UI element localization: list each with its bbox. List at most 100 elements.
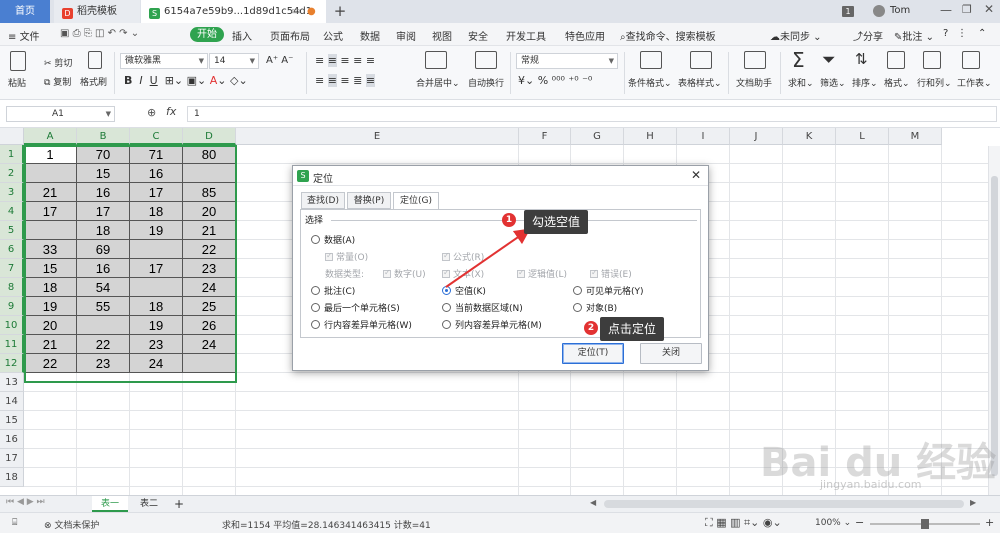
column-header-e[interactable]: E — [236, 128, 519, 145]
formula-input[interactable]: 1 — [187, 106, 997, 122]
row-header-4[interactable]: 4 — [0, 202, 24, 221]
sheet-nav-icons[interactable]: ⏮ ◀ ▶ ⏭ — [6, 497, 45, 507]
zoom-out-icon[interactable]: − — [855, 516, 864, 529]
horizontal-align-icons[interactable]: ≡ ≡ ≡ ≣ ≡ — [315, 74, 376, 87]
row-header-10[interactable]: 10 — [0, 316, 24, 335]
cell-a12[interactable]: 22 — [24, 354, 77, 373]
help-icon[interactable]: ? — [943, 28, 948, 39]
column-header-h[interactable]: H — [624, 128, 677, 145]
collapse-ribbon-icon[interactable]: ⌃ — [978, 28, 986, 39]
cell-b6[interactable]: 69 — [77, 240, 130, 259]
row-header-15[interactable]: 15 — [0, 411, 24, 430]
menu-start[interactable]: 开始 — [190, 27, 224, 42]
column-header-b[interactable]: B — [77, 128, 130, 145]
cell-b8[interactable]: 54 — [77, 278, 130, 297]
cell-c12[interactable]: 24 — [130, 354, 183, 373]
annotate-button[interactable]: ✎批注 ⌄ — [894, 28, 934, 43]
cell-d3[interactable]: 85 — [183, 183, 236, 202]
cell-a3[interactable]: 21 — [24, 183, 77, 202]
font-size-grow-shrink-icons[interactable]: A⁺ A⁻ — [266, 55, 293, 66]
row-header-12[interactable]: 12 — [0, 354, 24, 373]
doc-helper-button[interactable]: 文档助手 — [736, 76, 772, 89]
filter-button[interactable]: 筛选⌄ — [820, 76, 846, 89]
cell-d12[interactable] — [183, 354, 236, 373]
cell-d9[interactable]: 25 — [183, 297, 236, 316]
zoom-in-icon[interactable]: + — [985, 516, 994, 529]
zoom-slider-thumb[interactable] — [921, 519, 929, 529]
sort-button[interactable]: 排序⌄ — [852, 76, 878, 89]
merge-center-button[interactable]: 合并居中⌄ — [416, 76, 460, 89]
sum-button[interactable]: 求和⌄ — [788, 76, 814, 89]
row-header-6[interactable]: 6 — [0, 240, 24, 259]
cell-d2[interactable] — [183, 164, 236, 183]
cell-a1[interactable]: 1 — [24, 145, 77, 164]
table-style-button[interactable]: 表格样式⌄ — [678, 76, 722, 89]
wrap-text-button[interactable]: 自动换行 — [468, 76, 504, 89]
row-header-9[interactable]: 9 — [0, 297, 24, 316]
cell-c11[interactable]: 23 — [130, 335, 183, 354]
cell-b1[interactable]: 70 — [77, 145, 130, 164]
row-col-icon[interactable] — [923, 51, 941, 69]
quick-access-icons[interactable]: ▣ ⎙ ⎘ ◫ ↶ ↷ ⌄ — [60, 28, 139, 39]
cell-b3[interactable]: 16 — [77, 183, 130, 202]
paste-icon[interactable] — [10, 51, 26, 71]
cell-c8[interactable] — [130, 278, 183, 297]
tab-templates[interactable]: D 稻壳模板 — [54, 0, 140, 23]
avatar[interactable] — [873, 5, 885, 17]
share-button[interactable]: ⤴分享 — [853, 28, 883, 43]
cell-d11[interactable]: 24 — [183, 335, 236, 354]
row-header-17[interactable]: 17 — [0, 449, 24, 468]
cell-a9[interactable]: 19 — [24, 297, 77, 316]
more-icon[interactable]: ⋮ — [957, 28, 967, 39]
row-header-3[interactable]: 3 — [0, 183, 24, 202]
cell-a6[interactable]: 33 — [24, 240, 77, 259]
menu-insert[interactable]: 插入 — [232, 28, 252, 43]
cell-a4[interactable]: 17 — [24, 202, 77, 221]
cell-b5[interactable]: 18 — [77, 221, 130, 240]
tab-home[interactable]: 首页 — [0, 0, 50, 23]
cell-b10[interactable] — [77, 316, 130, 335]
row-header-5[interactable]: 5 — [0, 221, 24, 240]
cell-a5[interactable] — [24, 221, 77, 240]
conditional-format-icon[interactable] — [640, 51, 662, 69]
cell-b9[interactable]: 55 — [77, 297, 130, 316]
option-last-cell[interactable]: 最后一个单元格(S) — [311, 301, 400, 314]
fx-icon[interactable]: fx — [166, 105, 176, 118]
menu-security[interactable]: 安全 — [468, 28, 488, 43]
cell-b7[interactable]: 16 — [77, 259, 130, 278]
sheet-tab-1[interactable]: 表一 — [92, 496, 128, 512]
macro-icon[interactable]: ⌸ — [12, 518, 17, 528]
tab-replace[interactable]: 替换(P) — [347, 192, 391, 209]
row-header-18[interactable]: 18 — [0, 468, 24, 487]
cell-c1[interactable]: 71 — [130, 145, 183, 164]
menu-page-layout[interactable]: 页面布局 — [270, 28, 310, 43]
cell-c10[interactable]: 19 — [130, 316, 183, 335]
format-painter-icon[interactable] — [88, 51, 102, 69]
doc-helper-icon[interactable] — [744, 51, 766, 69]
cell-d10[interactable]: 26 — [183, 316, 236, 335]
column-header-k[interactable]: K — [783, 128, 836, 145]
cell-b4[interactable]: 17 — [77, 202, 130, 221]
type-error[interactable]: 错误(E) — [590, 267, 632, 280]
cell-d4[interactable]: 20 — [183, 202, 236, 221]
user-name[interactable]: Tom — [890, 5, 910, 16]
tab-find[interactable]: 查找(D) — [301, 192, 345, 209]
menu-view[interactable]: 视图 — [432, 28, 452, 43]
format-icon[interactable] — [887, 51, 905, 69]
filter-icon[interactable]: ⏷ — [822, 50, 836, 70]
cell-b2[interactable]: 15 — [77, 164, 130, 183]
sum-icon[interactable]: Σ — [792, 48, 805, 72]
cell-d5[interactable]: 21 — [183, 221, 236, 240]
menu-review[interactable]: 审阅 — [396, 28, 416, 43]
menu-data[interactable]: 数据 — [360, 28, 380, 43]
copy-button[interactable]: ⧉ 复制 — [44, 75, 71, 88]
option-row-diff[interactable]: 行内容差异单元格(W) — [311, 318, 412, 331]
new-tab-button[interactable]: + — [332, 2, 348, 20]
row-header-7[interactable]: 7 — [0, 259, 24, 278]
paste-button[interactable]: 粘贴 — [8, 76, 26, 89]
cell-d8[interactable]: 24 — [183, 278, 236, 297]
font-family-select[interactable]: 微软雅黑 ▼ — [120, 53, 208, 69]
option-current-region[interactable]: 当前数据区域(N) — [442, 301, 523, 314]
table-style-icon[interactable] — [690, 51, 712, 69]
column-header-l[interactable]: L — [836, 128, 889, 145]
